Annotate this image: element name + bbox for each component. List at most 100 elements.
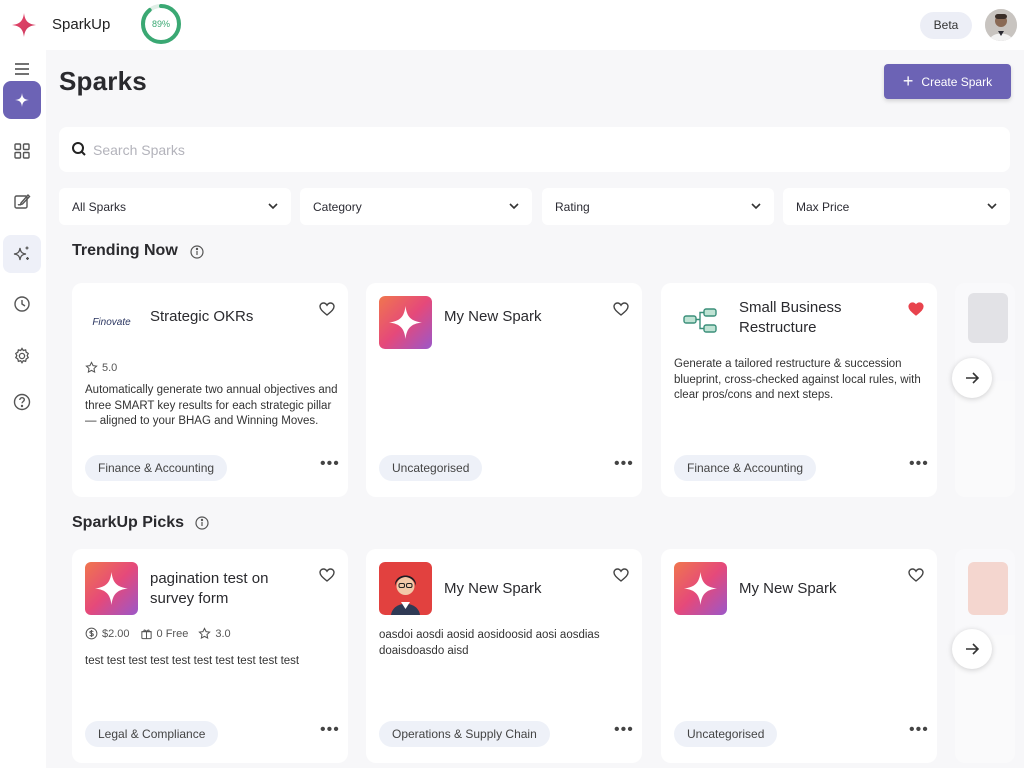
filter-label: Category [313,200,362,214]
plus-icon: + [902,70,914,91]
search-input[interactable] [93,127,993,172]
dollar-icon [85,627,98,640]
sidebar-item-help[interactable] [3,383,41,421]
more-options-icon[interactable]: ••• [320,721,340,739]
search-icon [72,142,86,156]
flowchart-thumbnail [674,296,727,349]
star-icon [85,361,98,373]
rating-value: 5.0 [102,361,118,374]
edit-icon [14,193,31,209]
filter-category[interactable]: Category [300,188,532,225]
sidebar-item-history[interactable] [3,285,41,323]
card-description: oasdoi aosdi aosid aosidoosid aosi aosdi… [379,629,600,657]
card-title: Small Business Restructure [739,299,842,336]
card-description: Generate a tailored restructure & succes… [674,358,921,401]
category-tag[interactable]: Finance & Accounting [674,455,817,481]
sparkup-logo-icon[interactable] [12,13,36,37]
category-tag[interactable]: Uncategorised [674,721,778,747]
trending-next-button[interactable] [952,358,992,398]
grid-icon [14,143,30,159]
create-spark-button[interactable]: + Create Spark [884,64,1011,99]
arrow-right-icon [966,372,980,384]
card-description: Automatically generate two annual object… [85,384,338,427]
page-title: Sparks [59,66,147,96]
top-bar: SparkUp 89% Beta [0,0,1024,50]
sidebar [0,50,46,768]
category-tag[interactable]: Operations & Supply Chain [379,721,550,747]
beta-badge[interactable]: Beta [920,12,972,39]
more-options-icon[interactable]: ••• [320,455,340,473]
info-icon[interactable] [190,245,204,259]
spark-card[interactable]: pagination test on survey form $2.00 0 F… [72,549,348,763]
price-value: $2.00 [102,627,130,640]
finovate-logo: Finovate [85,296,138,349]
spark-thumbnail [379,296,432,349]
user-avatar[interactable] [985,9,1017,41]
spark-card[interactable]: Finovate Strategic OKRs 5.0 Automaticall… [72,283,348,497]
spark-card[interactable]: My New Spark Uncategorised ••• [661,549,937,763]
sparkles-icon [13,246,29,261]
spark-card[interactable]: Small Business Restructure Generate a ta… [661,283,937,497]
chevron-down-icon [509,203,519,210]
gear-icon [14,347,30,364]
filter-max-price[interactable]: Max Price [783,188,1010,225]
heart-icon[interactable] [907,566,925,584]
rating-value: 3.0 [215,627,231,640]
spark-card[interactable]: My New Spark Uncategorised ••• [366,283,642,497]
arrow-right-icon [966,643,980,655]
picks-next-button[interactable] [952,629,992,669]
search-box [59,127,1010,172]
filter-rating[interactable]: Rating [542,188,774,225]
card-title: Strategic OKRs [150,308,254,325]
spark-thumbnail [674,562,727,615]
more-options-icon[interactable]: ••• [614,721,634,739]
star-icon [198,627,212,639]
avatar-thumbnail [379,562,432,615]
filter-label: Max Price [796,200,850,214]
more-options-icon[interactable]: ••• [614,455,634,473]
filter-all-sparks[interactable]: All Sparks [59,188,291,225]
chevron-down-icon [268,203,278,210]
card-description: test test test test test test test test … [85,655,300,667]
section-title-trending: Trending Now [72,242,178,259]
more-options-icon[interactable]: ••• [909,721,929,739]
filter-label: All Sparks [72,200,127,214]
heart-filled-icon[interactable] [907,300,925,318]
help-icon [13,393,31,411]
category-tag[interactable]: Legal & Compliance [85,721,219,747]
card-title: pagination test on survey form [150,570,269,607]
heart-icon[interactable] [318,300,336,318]
more-options-icon[interactable]: ••• [909,455,929,473]
info-icon[interactable] [195,516,209,530]
spark-thumbnail [85,562,138,615]
category-tag[interactable]: Finance & Accounting [85,455,228,481]
logo-text: Finovate [92,317,131,328]
gift-icon [140,629,152,640]
filter-label: Rating [555,200,590,214]
section-title-picks: SparkUp Picks [72,514,185,531]
sidebar-item-ai[interactable] [3,235,41,273]
sparks-icon [15,93,29,107]
chevron-down-icon [751,203,761,210]
card-title: My New Spark [444,580,542,597]
card-title: My New Spark [444,308,542,325]
card-meta: $2.00 0 Free 3.0 [85,627,231,640]
chevron-down-icon [987,203,997,210]
heart-icon[interactable] [612,300,630,318]
sidebar-item-editor[interactable] [3,182,41,220]
history-icon [14,296,30,312]
brand-name: SparkUp [52,16,111,33]
card-meta: 5.0 [85,361,117,374]
sidebar-item-sparks[interactable] [3,81,41,119]
card-title: My New Spark [739,580,837,597]
spark-card[interactable]: My New Spark oasdoi aosdi aosid aosidoos… [366,549,642,763]
sidebar-item-dashboard[interactable] [3,132,41,170]
progress-label: 89% [151,19,170,29]
heart-icon[interactable] [612,566,630,584]
heart-icon[interactable] [318,566,336,584]
menu-icon [15,63,29,75]
free-count: 0 Free [156,627,189,640]
sidebar-item-settings[interactable] [3,337,41,375]
category-tag[interactable]: Uncategorised [379,455,483,481]
create-spark-label: Create Spark [921,74,993,89]
